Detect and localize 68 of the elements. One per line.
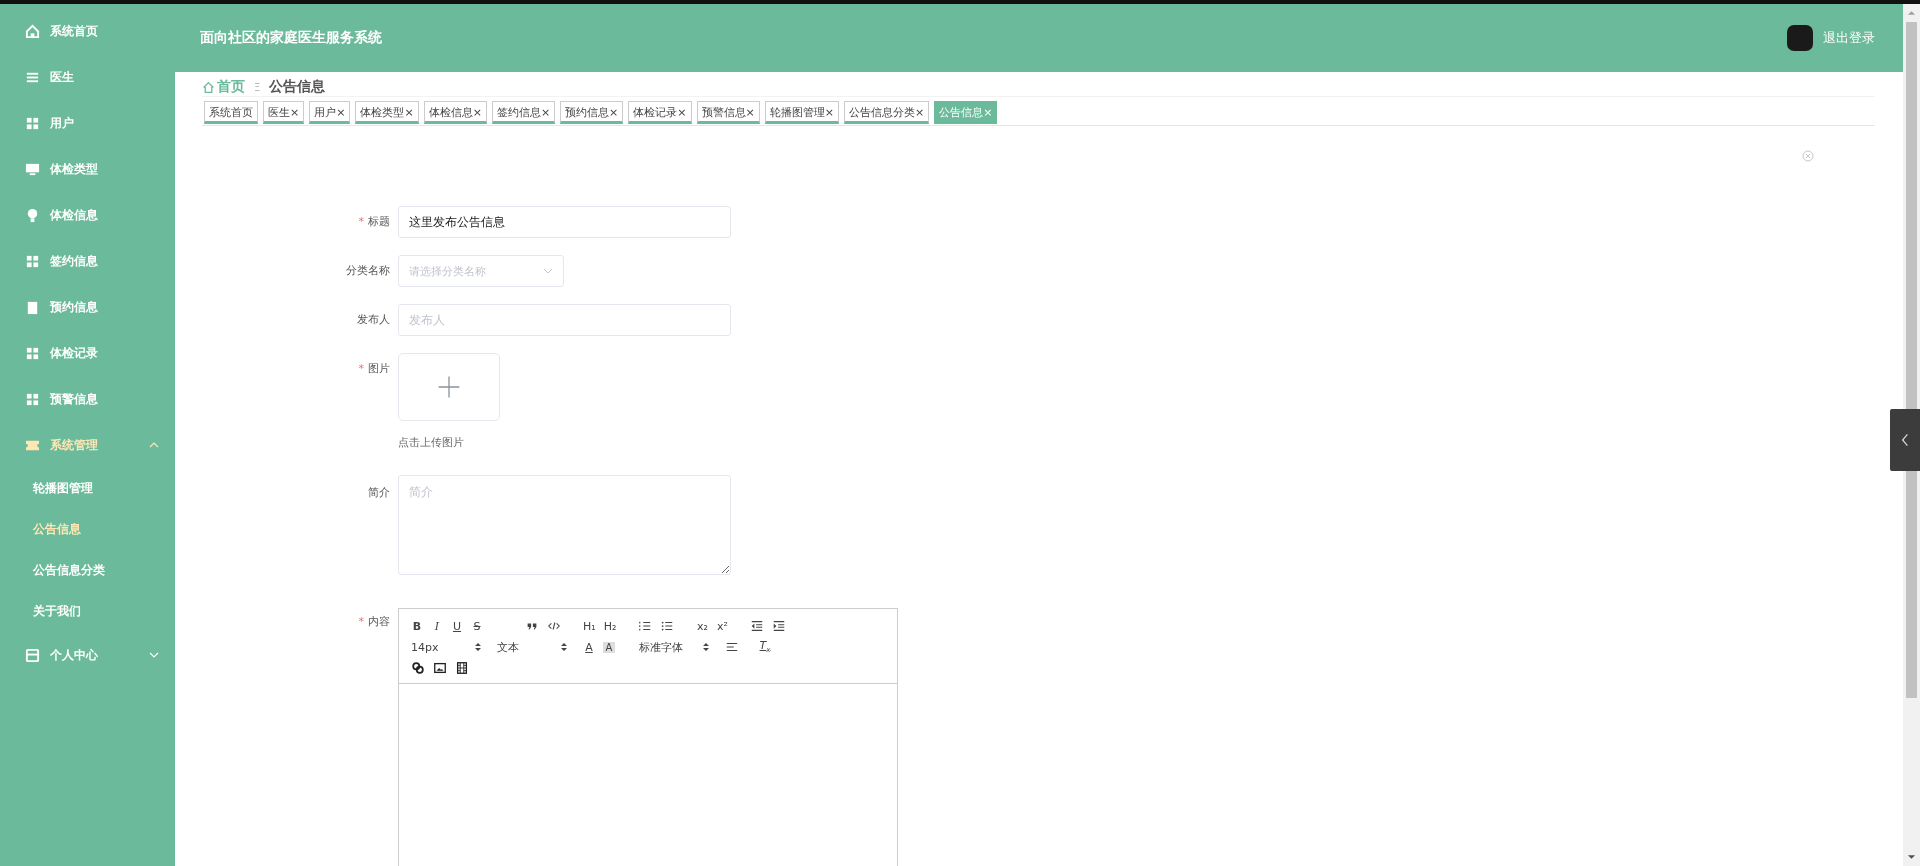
code-icon[interactable] [547,619,561,633]
monitor-icon [25,161,40,177]
breadcrumb-current: 公告信息 [269,78,326,96]
clear-format-button[interactable]: T$_{x}$ [759,639,771,655]
chevron-icon [149,440,159,450]
toolbar-dropdown[interactable]: 14px [411,640,481,654]
grid-icon [25,391,40,407]
page-tab[interactable]: 公告信息分类× [843,101,930,124]
background-color-button[interactable]: A [603,641,615,653]
upload-hint: 点击上传图片 [398,435,465,450]
page-tab[interactable]: 医生× [263,101,305,124]
plus-icon [436,374,462,400]
italic-button[interactable]: I [431,619,443,633]
up-down-arrows-icon [703,642,709,652]
page-tab[interactable]: 体检信息× [423,101,487,124]
home-icon [25,23,40,39]
underline-button[interactable]: U [451,619,463,633]
summary-field[interactable]: 简介 [398,475,731,575]
bullet-list-icon[interactable] [660,619,675,633]
form-label: 发布人 [356,312,390,328]
form-label: * 标题 [357,214,390,230]
scroll-down-icon[interactable] [1907,854,1916,860]
page-tab[interactable]: 体检类型× [355,101,419,124]
title-field[interactable]: 这里发布公告信息 [398,206,731,238]
grid-icon [25,345,40,361]
breadcrumb-separator: Ξ [254,81,261,93]
align-left-icon[interactable] [725,640,739,654]
heading-button[interactable]: H₂ [603,619,617,633]
chevron-left-icon [1901,433,1909,447]
font-color-button[interactable]: A [583,640,595,654]
chevron-icon [543,266,553,276]
up-down-arrows-icon [475,642,481,652]
strikethrough-button[interactable]: S [471,619,483,633]
image-icon[interactable] [433,661,447,675]
avatar-icon [1787,25,1813,51]
chevron-icon [149,650,159,660]
script-button[interactable]: x² [716,619,729,633]
form-label: * 图片 [357,361,390,377]
up-down-arrows-icon [561,642,567,652]
ordered-list-icon[interactable] [638,619,653,633]
page-tab[interactable]: 用户× [309,101,351,124]
page-tab[interactable]: 预约信息× [560,101,624,124]
page-tab[interactable]: 轮播图管理× [764,101,839,124]
heading-button[interactable]: H₁ [583,619,596,633]
card-icon [25,647,40,663]
form-label: * 内容 [357,614,390,630]
page-tab[interactable]: 系统首页 [204,101,258,124]
toolbar-dropdown[interactable]: 文本 [497,639,567,655]
publisher-field[interactable]: 发布人 [398,304,731,336]
scrollbar[interactable] [1903,4,1920,866]
film-icon[interactable] [455,661,469,675]
script-button[interactable]: x₂ [696,619,709,633]
indent-icon[interactable] [772,619,787,633]
app-title: 面向社区的家庭医生服务系统 [200,29,383,47]
grid-icon [25,115,40,131]
outdent-icon[interactable] [750,619,765,633]
bulb-icon [25,207,40,223]
toolbar-dropdown[interactable]: 标准字体 [639,639,709,655]
grid-icon [25,253,40,269]
page-tab[interactable]: 预警信息× [696,101,760,124]
page-tab[interactable]: 体检记录× [628,101,692,124]
home-icon [202,80,215,94]
form-label: 分类名称 [345,263,390,279]
form-label: 简介 [367,485,390,501]
bold-button[interactable]: B [411,619,423,633]
link-icon[interactable] [411,661,425,675]
page-tab[interactable]: 签约信息× [491,101,556,124]
clipboard-icon [25,299,40,315]
